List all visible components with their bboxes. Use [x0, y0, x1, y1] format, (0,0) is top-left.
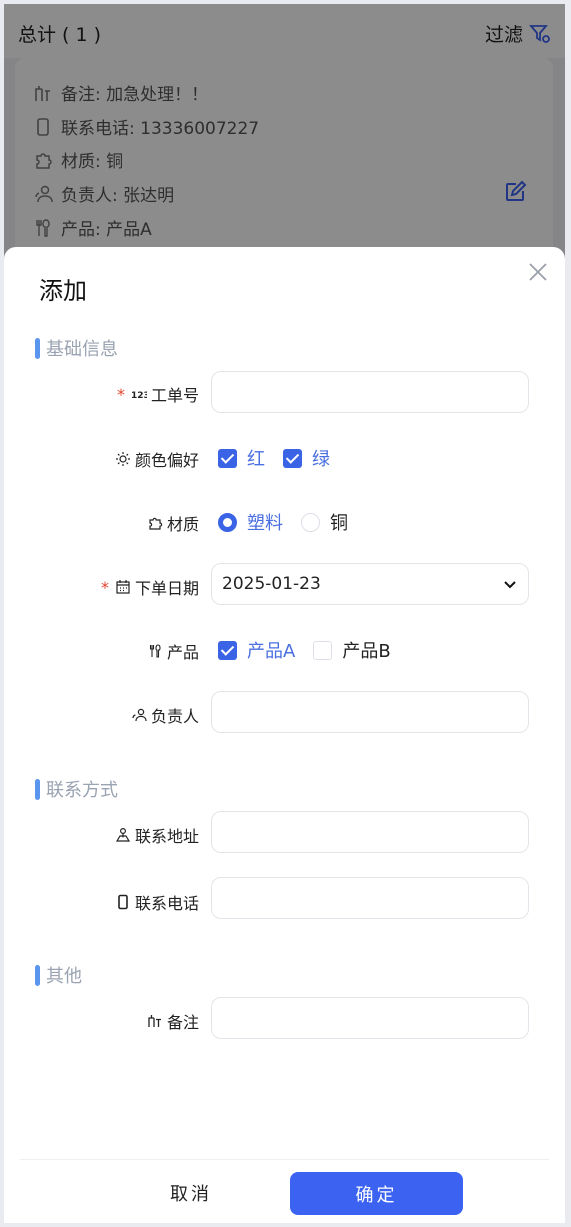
remark-icon — [148, 1015, 161, 1027]
product-group: 产品A 产品B — [218, 637, 391, 663]
order-date-select[interactable]: 2025-01-23 — [211, 563, 529, 605]
checkbox-checked — [283, 448, 302, 468]
section-bar — [35, 778, 40, 800]
address-label: 联系地址 — [115, 823, 199, 847]
modal-title: 添加 — [39, 277, 87, 305]
users-icon — [132, 708, 147, 722]
color-pref-label: 颜色偏好 — [115, 447, 199, 471]
checkbox-unchecked — [313, 640, 333, 660]
section-bar — [35, 964, 40, 986]
radio-selected — [218, 512, 237, 532]
product-b-checkbox[interactable]: 产品B — [313, 637, 391, 663]
footer-divider — [20, 1159, 549, 1160]
close-icon[interactable] — [527, 261, 549, 283]
puzzle-icon — [149, 517, 163, 530]
chevron-down-icon — [504, 581, 516, 589]
remark-input[interactable] — [211, 997, 529, 1039]
material-group: 塑料 铜 — [218, 509, 348, 535]
app-page: 总计 ( 1 ) 过滤 备注: 加急处理！！ 联系电话: 13336007227… — [4, 4, 565, 1223]
section-contact: 联系方式 — [35, 776, 118, 802]
address-input[interactable] — [211, 811, 529, 853]
order-date-label: * 下单日期 — [100, 577, 199, 599]
location-icon — [115, 827, 131, 842]
phone-icon — [118, 894, 128, 910]
product-a-checkbox[interactable]: 产品A — [218, 637, 295, 663]
product-label: 产品 — [147, 639, 199, 663]
phone-label: 联系电话 — [115, 890, 199, 914]
section-other: 其他 — [35, 962, 82, 988]
section-bar — [35, 337, 40, 359]
material-label: 材质 — [147, 511, 199, 535]
add-modal: 添加 基础信息 * 123 工单号 颜色偏好 红 绿 材质 塑料 铜 * 下单日… — [4, 247, 565, 1223]
owner-input[interactable] — [211, 691, 529, 733]
checkbox-checked — [218, 640, 237, 660]
svg-text:123: 123 — [131, 391, 147, 401]
number-icon: 123 — [131, 391, 147, 401]
order-no-label: * 123 工单号 — [116, 384, 199, 406]
order-no-input[interactable] — [211, 371, 529, 413]
color-green-checkbox[interactable]: 绿 — [283, 445, 330, 471]
color-red-checkbox[interactable]: 红 — [218, 445, 265, 471]
material-copper-radio[interactable]: 铜 — [301, 509, 348, 535]
tools-icon — [149, 644, 161, 658]
confirm-button[interactable]: 确定 — [290, 1172, 463, 1215]
radio-unselected — [301, 512, 320, 532]
material-plastic-radio[interactable]: 塑料 — [218, 509, 283, 535]
cancel-button[interactable]: 取消 — [114, 1171, 268, 1215]
sun-icon — [115, 452, 130, 466]
order-date-value: 2025-01-23 — [222, 574, 321, 594]
calendar-icon — [116, 580, 130, 594]
owner-label: 负责人 — [131, 703, 199, 727]
phone-input[interactable] — [211, 877, 529, 919]
section-basic: 基础信息 — [35, 335, 118, 361]
checkbox-checked — [218, 448, 237, 468]
color-pref-group: 红 绿 — [218, 445, 330, 471]
remark-label: 备注 — [147, 1009, 199, 1033]
